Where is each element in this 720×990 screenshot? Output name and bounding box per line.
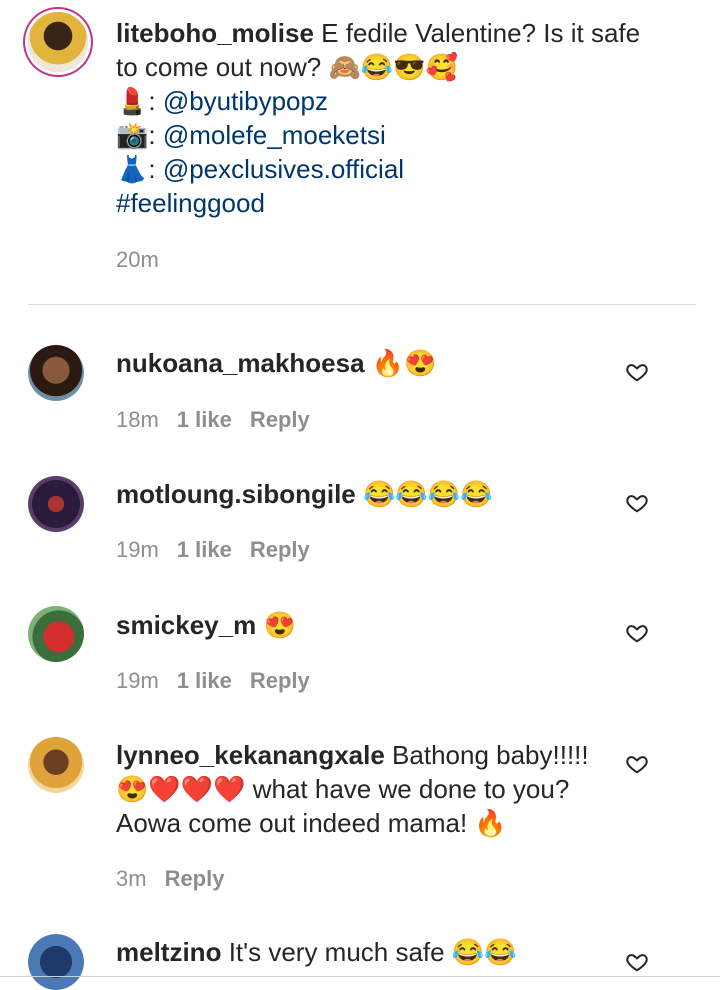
caption-credit-1: 💄: @byutibypopz [116,86,328,116]
likes-count[interactable]: 1 like [177,537,232,562]
caption-credit-2: 📸: @molefe_moeketsi [116,120,386,150]
comment-username[interactable]: nukoana_makhoesa [116,348,365,378]
comment-text-line: lynneo_kekanangxale Bathong baby!!!!! [116,738,589,772]
post-author-avatar[interactable] [28,12,88,72]
caption-line-1: liteboho_molise E fedile Valentine? Is i… [116,16,640,50]
comment-meta: 3m Reply [116,866,242,892]
comment-time: 19m [116,537,159,562]
comment-text: 🔥😍 [371,348,437,378]
heart-outline-icon[interactable] [626,753,648,775]
comment-avatar[interactable] [28,345,84,401]
hashtag-link[interactable]: #feelinggood [116,186,265,220]
reply-button[interactable]: Reply [250,407,310,432]
comment-username[interactable]: lynneo_kekanangxale [116,740,385,770]
comment-text-line: meltzino It's very much safe 😂😂 [116,935,517,969]
heart-outline-icon[interactable] [626,361,648,383]
heart-outline-icon[interactable] [626,622,648,644]
divider [28,304,696,305]
reply-button[interactable]: Reply [165,866,225,891]
post-time: 20m [116,247,159,272]
comment-text-line: smickey_m 😍 [116,608,296,642]
comment-username[interactable]: smickey_m [116,610,256,640]
comment-text-line: motloung.sibongile 😂😂😂😂 [116,477,493,511]
comment-time: 19m [116,668,159,693]
comment-text: It's very much safe 😂😂 [228,937,517,967]
heart-outline-icon[interactable] [626,492,648,514]
caption-credit-3: 👗: @pexclusives.official [116,154,405,184]
caption-line-2: to come out now? 🙈😂😎🥰 [116,52,458,82]
caption-text: E fedile Valentine? Is it safe [321,18,641,48]
comment-text-line: nukoana_makhoesa 🔥😍 [116,346,437,380]
comment-time: 3m [116,866,147,891]
bottom-divider [0,976,720,977]
heart-outline-icon[interactable] [626,951,648,973]
comment-avatar[interactable] [28,737,84,793]
comment-text-line-3: Aowa come out indeed mama! 🔥 [116,808,507,838]
mention-link[interactable]: @molefe_moeketsi [163,120,386,150]
comment-text: Bathong baby!!!!! [392,740,589,770]
comment-username[interactable]: motloung.sibongile [116,479,356,509]
comment-meta: 18m 1 like Reply [116,407,328,433]
dress-icon: 👗 [116,154,149,184]
reply-button[interactable]: Reply [250,668,310,693]
comment-username[interactable]: meltzino [116,937,221,967]
lipstick-icon: 💄 [116,86,149,116]
comment-text: 😍 [263,610,296,640]
comment-avatar[interactable] [28,606,84,662]
comment-avatar[interactable] [28,476,84,532]
comment-meta: 19m 1 like Reply [116,668,328,694]
comment-time: 18m [116,407,159,432]
mention-link[interactable]: @pexclusives.official [163,154,404,184]
mention-link[interactable]: @byutibypopz [163,86,328,116]
likes-count[interactable]: 1 like [177,407,232,432]
post-author-username[interactable]: liteboho_molise [116,18,314,48]
comment-text-line-2: 😍❤️❤️❤️ what have we done to you? [116,774,570,804]
reply-button[interactable]: Reply [250,537,310,562]
camera-icon: 📸 [116,120,149,150]
likes-count[interactable]: 1 like [177,668,232,693]
comment-meta: 19m 1 like Reply [116,537,328,563]
comment-text: 😂😂😂😂 [363,479,493,509]
